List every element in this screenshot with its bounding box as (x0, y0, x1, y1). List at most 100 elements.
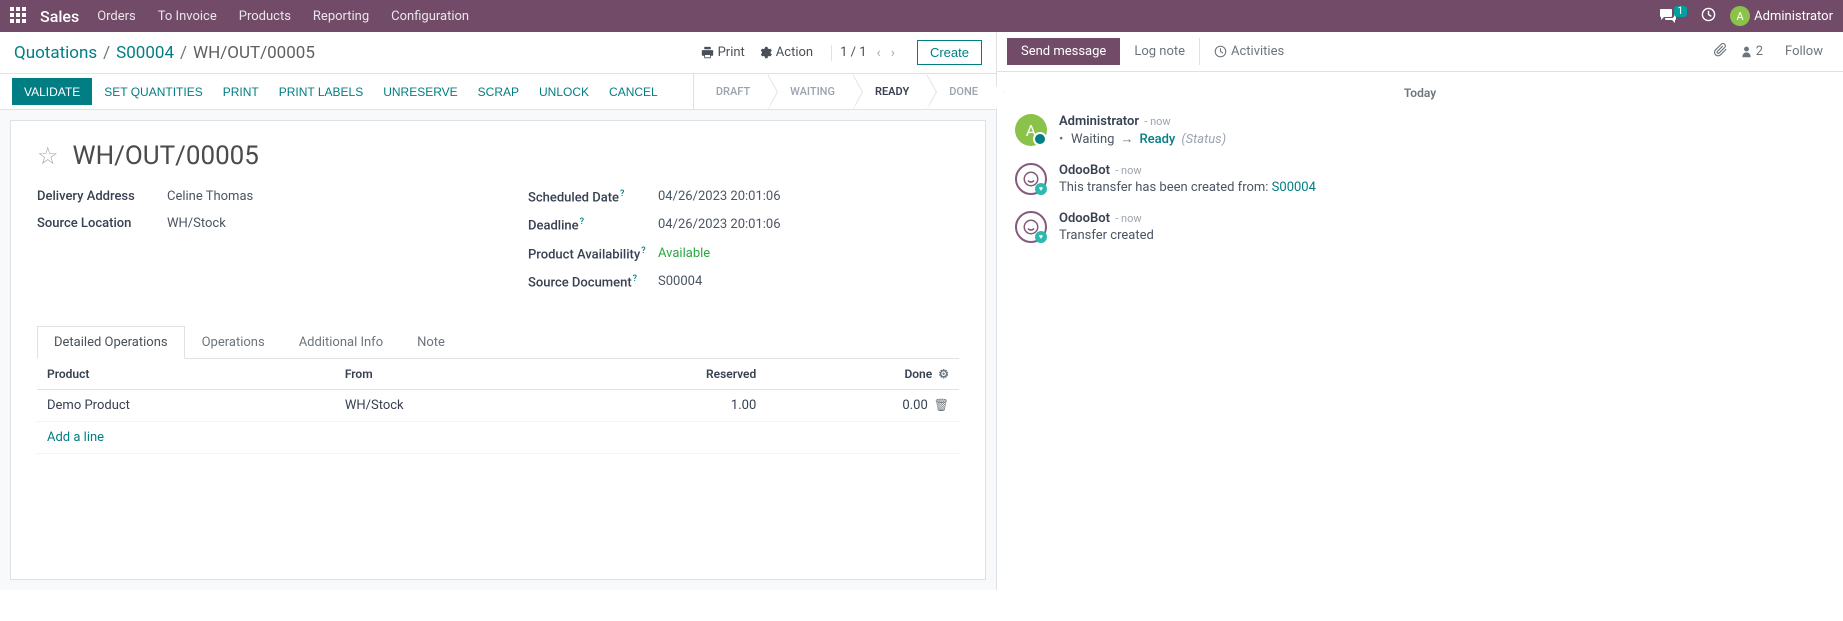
status-steps: DRAFT WAITING READY DONE (693, 74, 996, 109)
chatter-topbar: Send message Log note Activities 2 Follo… (997, 32, 1843, 72)
message-count-badge: 1 (1674, 6, 1688, 17)
source-link[interactable]: S00004 (1272, 180, 1316, 195)
cell-reserved[interactable]: 1.00 (563, 390, 766, 422)
activities-button[interactable]: Activities (1199, 38, 1298, 65)
help-icon[interactable]: ? (620, 189, 624, 199)
unreserve-button[interactable]: UNRESERVE (373, 78, 467, 105)
col-done[interactable]: Done⚙ (766, 359, 959, 390)
delete-row-icon[interactable]: 🗑 (934, 398, 949, 412)
deadline-label: Deadline? (528, 217, 658, 233)
breadcrumb-order[interactable]: S00004 (116, 43, 174, 63)
tab-note[interactable]: Note (400, 326, 462, 359)
breadcrumb: Quotations / S00004 / WH/OUT/00005 (14, 43, 315, 63)
print-form-button[interactable]: PRINT (213, 78, 269, 105)
pager: 1 / 1 ‹ › (831, 45, 903, 61)
step-waiting[interactable]: WAITING (768, 74, 853, 109)
follow-button[interactable]: Follow (1775, 40, 1833, 63)
nav-products[interactable]: Products (239, 9, 291, 24)
help-icon[interactable]: ? (633, 274, 637, 284)
status-bar: VALIDATE SET QUANTITIES PRINT PRINT LABE… (0, 74, 996, 110)
col-reserved[interactable]: Reserved (563, 359, 766, 390)
msg-time: - now (1144, 115, 1170, 128)
source-doc-label: Source Document? (528, 274, 658, 290)
set-quantities-button[interactable]: SET QUANTITIES (94, 78, 212, 105)
app-brand[interactable]: Sales (40, 7, 79, 26)
cell-done[interactable]: 0.00🗑 (766, 390, 959, 422)
apps-icon[interactable] (10, 7, 28, 25)
attachment-icon[interactable] (1714, 43, 1728, 61)
operations-table: Product From Reserved Done⚙ Demo Product… (37, 359, 959, 454)
create-button[interactable]: Create (917, 40, 982, 65)
deadline-value[interactable]: 04/26/2023 20:01:06 (658, 217, 781, 233)
page-title: WH/OUT/00005 (73, 141, 259, 171)
send-message-button[interactable]: Send message (1007, 38, 1120, 65)
msg-body: This transfer has been created from: S00… (1059, 180, 1825, 195)
tab-additional-info[interactable]: Additional Info (282, 326, 400, 359)
chatter-date-separator: Today (1015, 86, 1825, 100)
breadcrumb-current: WH/OUT/00005 (193, 43, 315, 63)
msg-body: Transfer created (1059, 228, 1825, 243)
pager-prev-icon[interactable]: ‹ (877, 45, 881, 61)
nav-menu: Orders To Invoice Products Reporting Con… (97, 9, 469, 24)
form-sheet: ☆ WH/OUT/00005 Delivery Address Celine T… (10, 120, 986, 580)
messages-icon[interactable]: 1 (1660, 9, 1688, 23)
pager-next-icon[interactable]: › (891, 45, 895, 61)
form-tabs: Detailed Operations Operations Additiona… (37, 326, 959, 359)
unlock-button[interactable]: UNLOCK (529, 78, 599, 105)
step-done[interactable]: DONE (927, 74, 996, 109)
source-location-value[interactable]: WH/Stock (167, 216, 226, 231)
clock-icon[interactable] (1701, 7, 1716, 26)
user-menu[interactable]: A Administrator (1730, 6, 1833, 26)
favorite-star-icon[interactable]: ☆ (37, 142, 59, 170)
msg-time: - now (1115, 212, 1141, 225)
tracking-value: Waiting → Ready (Status) (1059, 131, 1825, 147)
msg-author[interactable]: OdooBot (1059, 211, 1110, 226)
msg-author[interactable]: OdooBot (1059, 163, 1110, 178)
nav-configuration[interactable]: Configuration (391, 9, 469, 24)
scheduled-date-value[interactable]: 04/26/2023 20:01:06 (658, 189, 781, 205)
top-navbar: Sales Orders To Invoice Products Reporti… (0, 0, 1843, 32)
cell-product[interactable]: Demo Product (37, 390, 335, 422)
action-button[interactable]: Action (759, 45, 813, 60)
breadcrumb-quotations[interactable]: Quotations (14, 43, 97, 63)
log-note-button[interactable]: Log note (1120, 38, 1199, 65)
step-draft[interactable]: DRAFT (694, 74, 768, 109)
table-row: Add a line (37, 422, 959, 454)
validate-button[interactable]: VALIDATE (12, 78, 92, 105)
nav-reporting[interactable]: Reporting (313, 9, 369, 24)
help-icon[interactable]: ? (641, 246, 645, 256)
help-icon[interactable]: ? (580, 217, 584, 227)
chatter-panel: Send message Log note Activities 2 Follo… (997, 32, 1843, 590)
delivery-address-label: Delivery Address (37, 189, 167, 204)
col-product[interactable]: Product (37, 359, 335, 390)
source-location-label: Source Location (37, 216, 167, 231)
source-doc-value[interactable]: S00004 (658, 274, 702, 290)
delivery-address-value[interactable]: Celine Thomas (167, 189, 253, 204)
scheduled-date-label: Scheduled Date? (528, 189, 658, 205)
print-button[interactable]: Print (701, 45, 745, 60)
avatar[interactable]: A (1015, 114, 1047, 146)
msg-author[interactable]: Administrator (1059, 114, 1139, 129)
msg-time: - now (1115, 164, 1141, 177)
chatter-message: ♥ OdooBot - now This transfer has been c… (1015, 163, 1825, 195)
availability-label: Product Availability? (528, 246, 658, 262)
avatar[interactable]: ♥ (1015, 211, 1047, 243)
step-ready[interactable]: READY (853, 74, 927, 109)
cancel-button[interactable]: CANCEL (599, 78, 668, 105)
scrap-button[interactable]: SCRAP (468, 78, 529, 105)
cell-from[interactable]: WH/Stock (335, 390, 563, 422)
pager-value[interactable]: 1 / 1 (840, 45, 866, 60)
print-labels-button[interactable]: PRINT LABELS (269, 78, 373, 105)
user-avatar: A (1730, 6, 1750, 26)
tab-operations[interactable]: Operations (185, 326, 282, 359)
nav-to-invoice[interactable]: To Invoice (158, 9, 217, 24)
column-settings-icon[interactable]: ⚙ (938, 367, 949, 381)
followers-button[interactable]: 2 (1740, 44, 1763, 59)
nav-orders[interactable]: Orders (97, 9, 136, 24)
add-line-link[interactable]: Add a line (47, 430, 104, 445)
table-row[interactable]: Demo Product WH/Stock 1.00 0.00🗑 (37, 390, 959, 422)
tab-detailed-operations[interactable]: Detailed Operations (37, 326, 185, 359)
avatar[interactable]: ♥ (1015, 163, 1047, 195)
col-from[interactable]: From (335, 359, 563, 390)
control-panel: Quotations / S00004 / WH/OUT/00005 Print… (0, 32, 996, 74)
